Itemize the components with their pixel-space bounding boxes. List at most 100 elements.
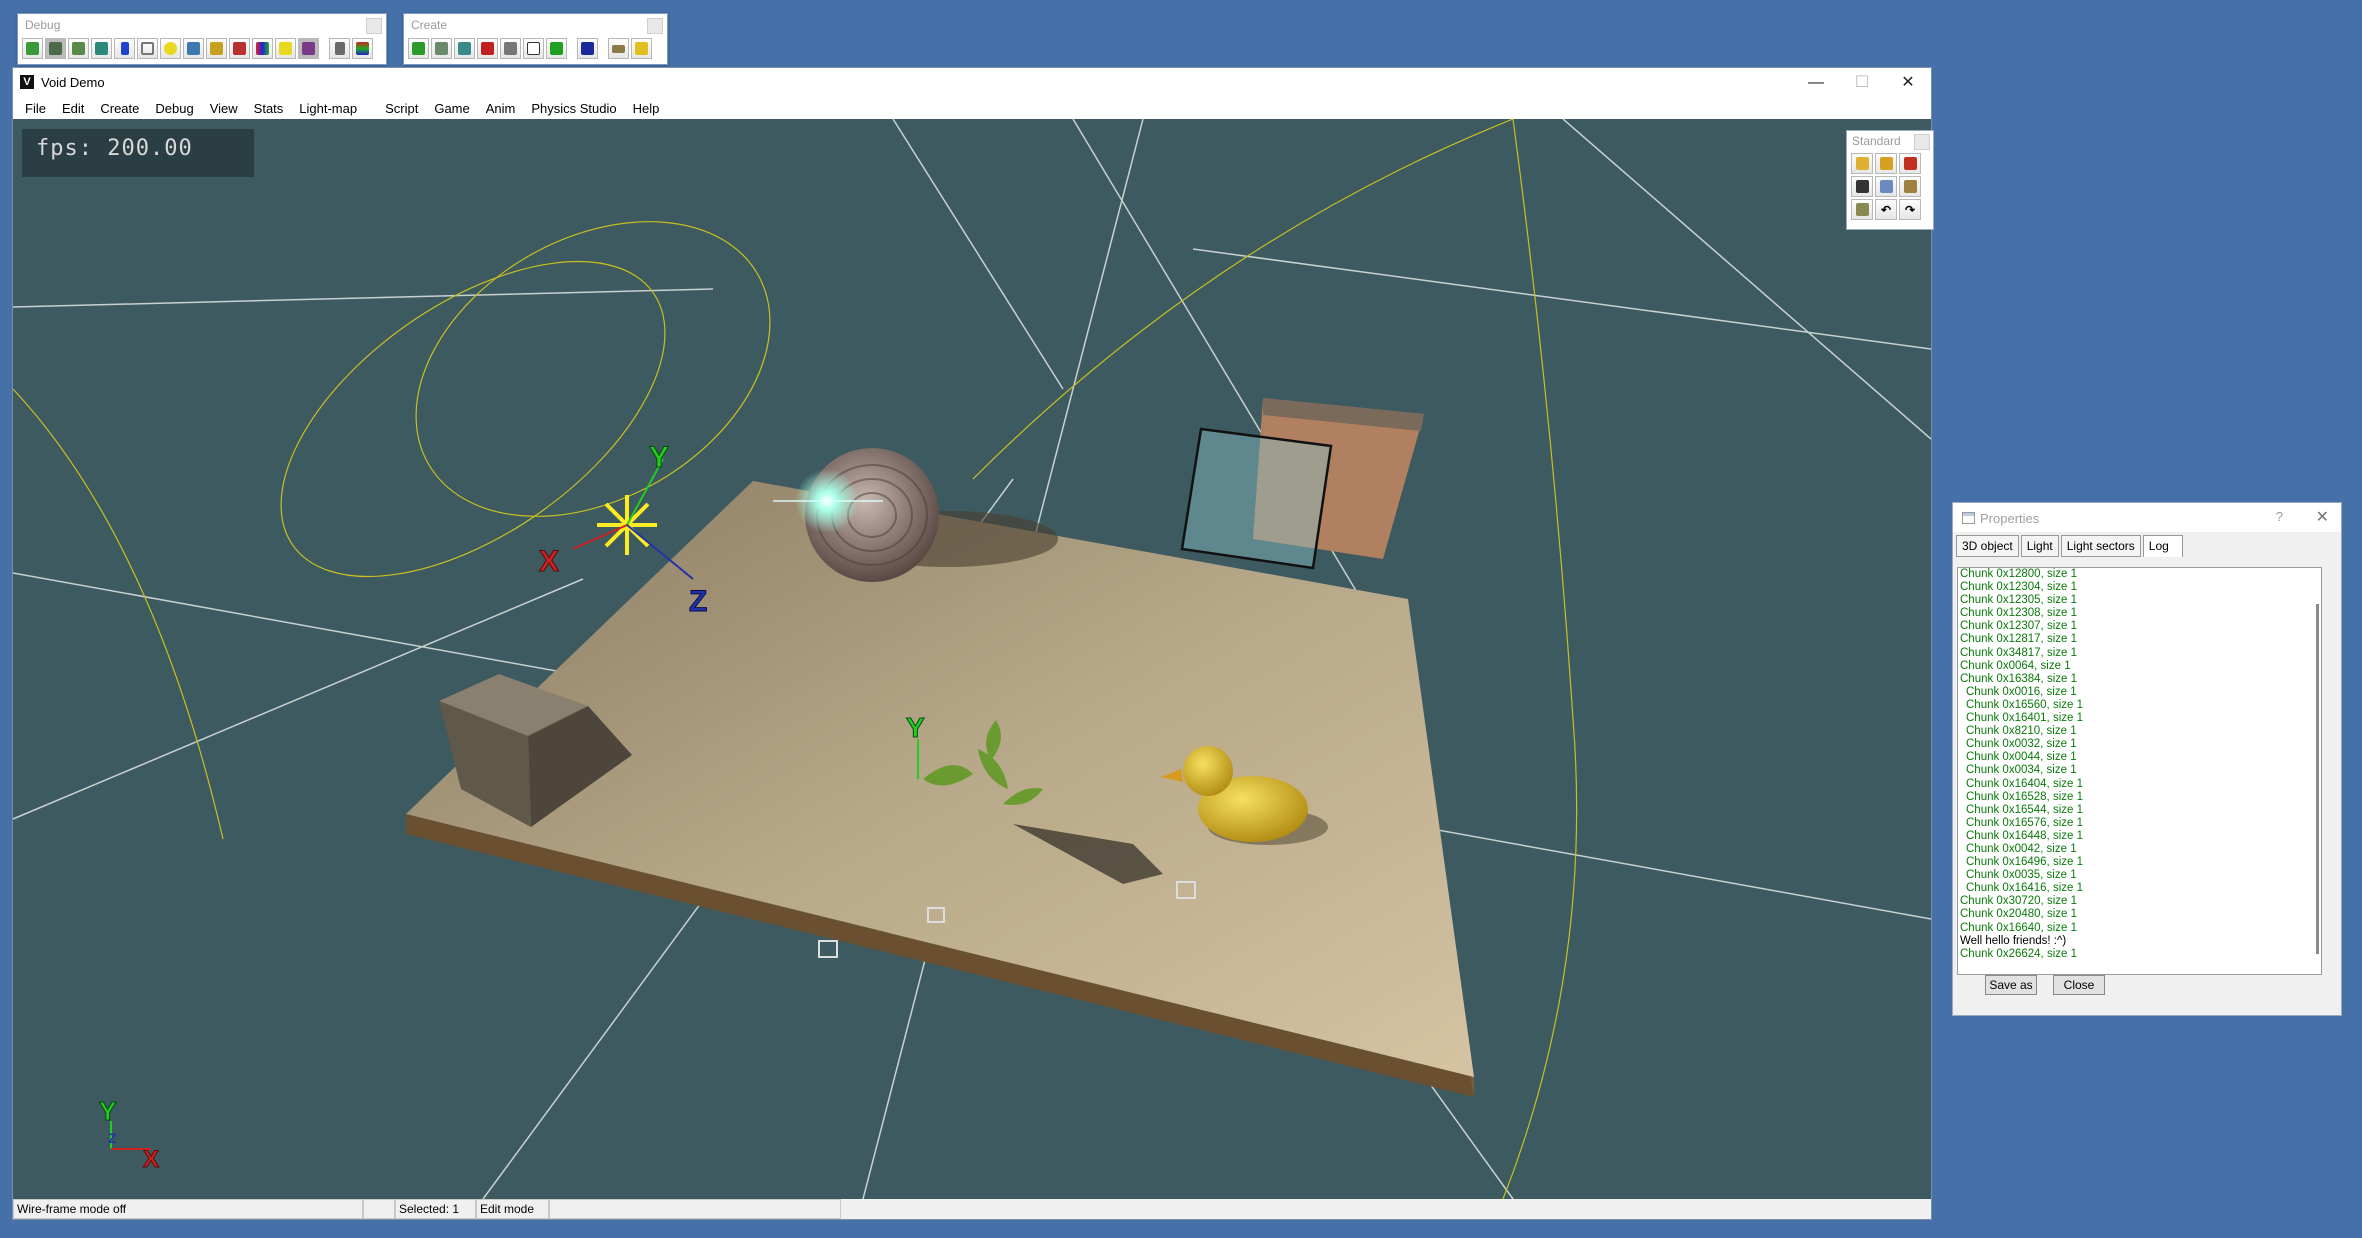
- maximize-button[interactable]: ☐: [1839, 68, 1885, 97]
- debug-tool-button[interactable]: [229, 38, 250, 59]
- gizmo-x-axis: [572, 524, 628, 550]
- log-line: Chunk 0x0016, size 1: [1966, 685, 2077, 698]
- lightmap-icon: [279, 42, 292, 55]
- new-button[interactable]: [1851, 153, 1873, 174]
- properties-title-bar[interactable]: Properties ? ✕: [1953, 503, 2341, 532]
- menu-stats[interactable]: Stats: [246, 101, 292, 116]
- create-tool-button[interactable]: [577, 38, 598, 59]
- properties-window: Properties ? ✕ 3D object Light Light sec…: [1952, 502, 2342, 1016]
- debug-tool-button[interactable]: [183, 38, 204, 59]
- debug-tool-button[interactable]: [91, 38, 112, 59]
- debug-tool-button[interactable]: [329, 38, 350, 59]
- menu-edit[interactable]: Edit: [54, 101, 92, 116]
- status-bar: Wire-frame mode off Selected: 1 Edit mod…: [13, 1199, 1931, 1219]
- tab-3d-object[interactable]: 3D object: [1956, 535, 2019, 557]
- multi-color-icon: [256, 42, 269, 55]
- save-as-button[interactable]: Save as: [1985, 975, 2037, 995]
- tab-light-sectors[interactable]: Light sectors: [2060, 535, 2141, 557]
- log-line: Chunk 0x16640, size 1: [1960, 921, 2077, 934]
- create-tool-button[interactable]: [546, 38, 567, 59]
- debug-tool-button[interactable]: [206, 38, 227, 59]
- menu-light-map[interactable]: Light-map: [291, 101, 365, 116]
- tab-log[interactable]: Log: [2142, 535, 2183, 557]
- create-tool-button[interactable]: [608, 38, 629, 59]
- debug-tool-button[interactable]: [22, 38, 43, 59]
- undo-button[interactable]: ↶: [1875, 199, 1897, 220]
- debug-tool-button[interactable]: [45, 38, 66, 59]
- sector-icon: [187, 42, 200, 55]
- close-button[interactable]: ✕: [1885, 68, 1931, 97]
- debug-toolbar-title: Debug: [25, 18, 61, 32]
- create-tool-button[interactable]: [523, 38, 544, 59]
- status-wireframe: Wire-frame mode off: [13, 1199, 363, 1219]
- close-button[interactable]: Close: [2053, 975, 2105, 995]
- copy-button[interactable]: [1875, 176, 1897, 197]
- standard-toolbar-close-button[interactable]: [1914, 134, 1930, 150]
- status-selected: Selected: 1: [395, 1199, 476, 1219]
- menu-debug[interactable]: Debug: [147, 101, 201, 116]
- menu-game[interactable]: Game: [426, 101, 477, 116]
- red-cube-icon: [233, 42, 246, 55]
- log-line: Chunk 0x0064, size 1: [1960, 659, 2071, 672]
- redo-button[interactable]: ↷: [1899, 199, 1921, 220]
- debug-tool-button[interactable]: [252, 38, 273, 59]
- status-mode: Edit mode: [476, 1199, 549, 1219]
- debug-tool-button[interactable]: [275, 38, 296, 59]
- menu-anim[interactable]: Anim: [478, 101, 524, 116]
- duplicate-button[interactable]: [1851, 199, 1873, 220]
- red-object-icon: [481, 42, 494, 55]
- debug-tool-button[interactable]: [298, 38, 319, 59]
- create-tool-button[interactable]: [500, 38, 521, 59]
- import-button[interactable]: [1899, 153, 1921, 174]
- help-button[interactable]: ?: [2276, 509, 2283, 524]
- 3d-viewport[interactable]: Y X Z Y Y Z X fps: 200.00: [13, 119, 1931, 1199]
- shaded-cube-icon: [49, 42, 62, 55]
- duplicate-icon: [1855, 203, 1869, 216]
- tab-light[interactable]: Light: [2020, 535, 2059, 557]
- create-tool-button[interactable]: [408, 38, 429, 59]
- green-cube-icon: [550, 42, 563, 55]
- create-toolbar-close-button[interactable]: [647, 18, 663, 34]
- menu-create[interactable]: Create: [92, 101, 147, 116]
- open-button[interactable]: [1875, 153, 1897, 174]
- menu-physics-studio[interactable]: Physics Studio: [523, 101, 624, 116]
- create-tool-button[interactable]: [431, 38, 452, 59]
- log-scrollbar[interactable]: [2316, 604, 2319, 954]
- box-icon: [527, 42, 540, 55]
- stats-icon: [334, 42, 345, 55]
- paste-button[interactable]: [1899, 176, 1921, 197]
- create-tool-button[interactable]: [631, 38, 652, 59]
- folder-new-icon: [1855, 157, 1869, 170]
- debug-tool-button[interactable]: [114, 38, 135, 59]
- debug-tool-button[interactable]: [160, 38, 181, 59]
- minimize-button[interactable]: —: [1793, 68, 1839, 97]
- properties-title: Properties: [1980, 511, 2040, 526]
- create-tool-button[interactable]: [477, 38, 498, 59]
- log-line: Chunk 0x0044, size 1: [1966, 751, 2077, 764]
- window-title: Void Demo: [41, 75, 105, 90]
- log-output[interactable]: Chunk 0x12800, size 1 Chunk 0x12304, size…: [1957, 567, 2322, 975]
- debug-toolbar-close-button[interactable]: [366, 18, 382, 34]
- log-line: Chunk 0x12308, size 1: [1960, 607, 2077, 620]
- debug-tool-button[interactable]: [68, 38, 89, 59]
- corner-x-label: X: [143, 1146, 159, 1173]
- blue-marker-icon: [120, 42, 129, 55]
- log-line: Chunk 0x30720, size 1: [1960, 895, 2077, 908]
- menu-help[interactable]: Help: [625, 101, 668, 116]
- debug-tool-button[interactable]: [352, 38, 373, 59]
- create-tool-button[interactable]: [454, 38, 475, 59]
- save-button[interactable]: [1851, 176, 1873, 197]
- menu-file[interactable]: File: [17, 101, 54, 116]
- menu-script[interactable]: Script: [377, 101, 426, 116]
- log-line: Chunk 0x26624, size 1: [1960, 947, 2077, 960]
- log-line: Chunk 0x34817, size 1: [1960, 646, 2077, 659]
- title-bar[interactable]: V Void Demo — ☐ ✕: [13, 68, 1931, 97]
- properties-close-icon[interactable]: ✕: [2316, 507, 2329, 527]
- hierarchy-icon: [356, 42, 369, 55]
- corner-y-label: Y: [99, 1096, 116, 1126]
- lamp-icon: [635, 42, 648, 55]
- scene-svg[interactable]: Y X Z Y Y Z X: [13, 119, 1931, 1199]
- menu-view[interactable]: View: [202, 101, 246, 116]
- log-line: Chunk 0x20480, size 1: [1960, 908, 2077, 921]
- debug-tool-button[interactable]: [137, 38, 158, 59]
